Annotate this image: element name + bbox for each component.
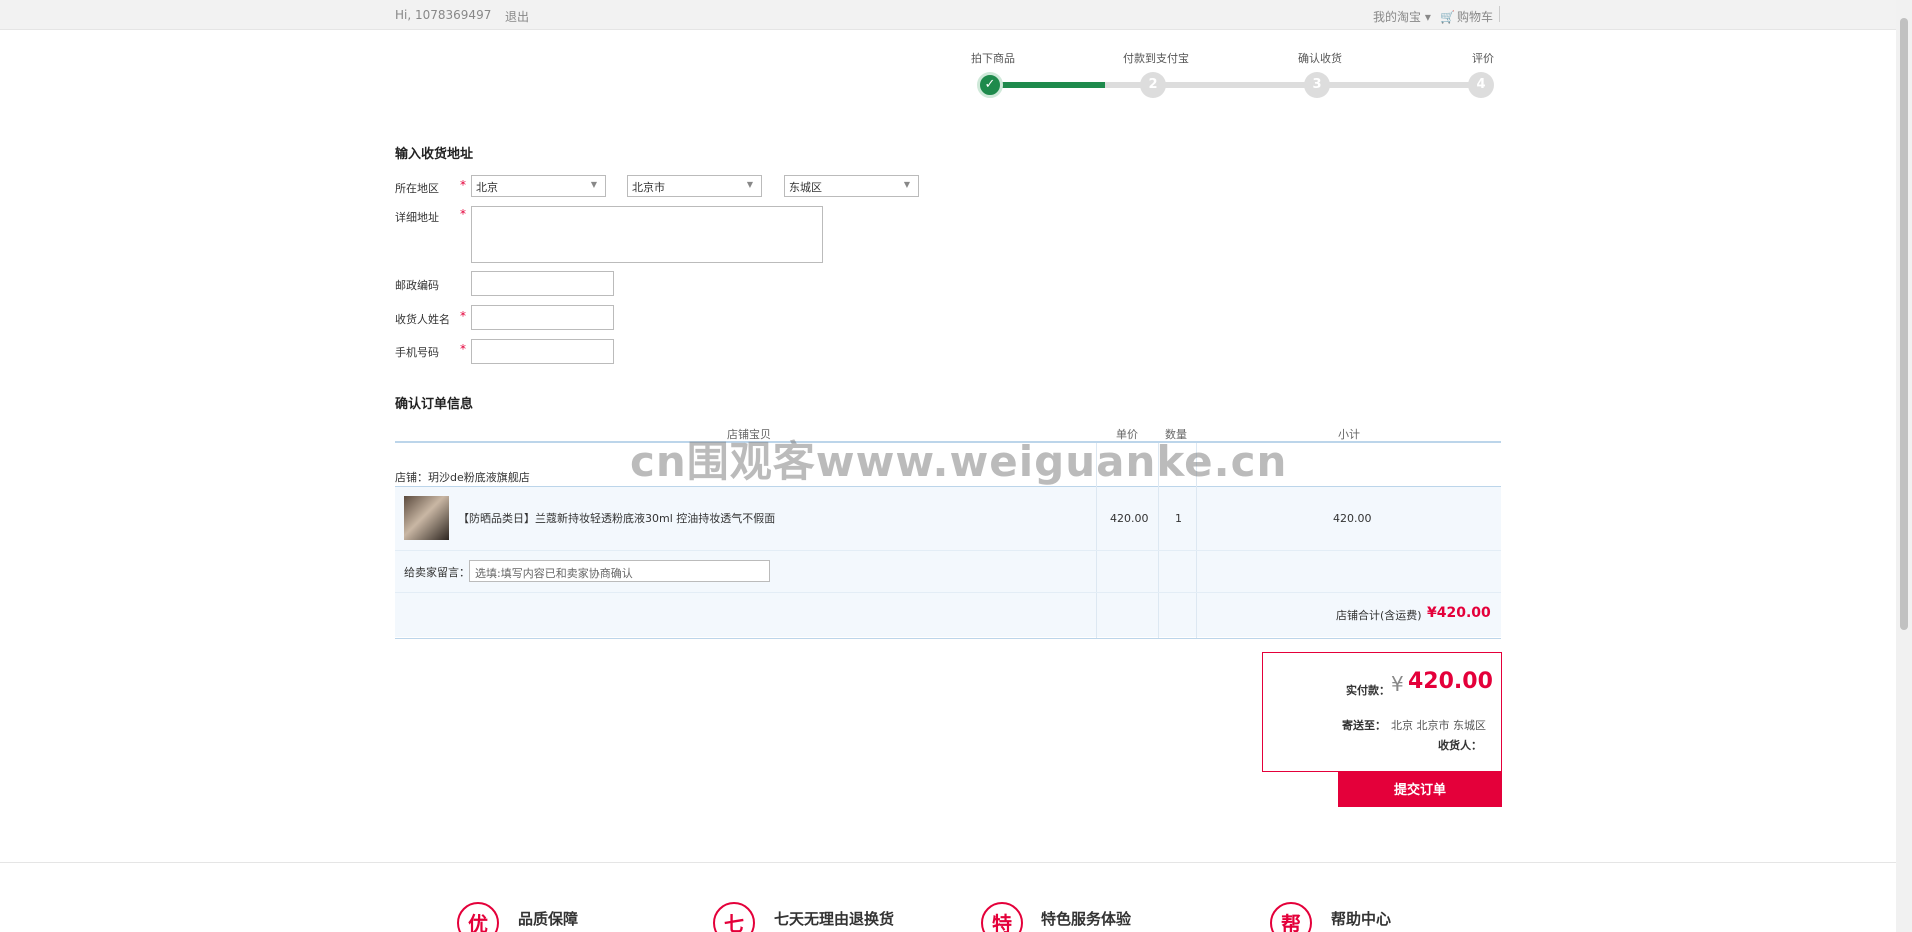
step-2-circle: 2 <box>1140 72 1166 98</box>
city-select[interactable]: 北京市 ▼ <box>627 175 762 197</box>
order-progress-steps: 拍下商品 付款到支付宝 确认收货 评价 ✓ 2 3 4 <box>960 48 1505 108</box>
product-name-link[interactable]: 【防晒品类日】兰蔻新持妆轻透粉底液30ml 控油持妆透气不假面 <box>458 510 775 526</box>
seller-message-label: 给卖家留言： <box>404 566 470 579</box>
vertical-scrollbar[interactable] <box>1896 0 1912 932</box>
receiver-name-input[interactable] <box>471 305 614 330</box>
message-row-divider <box>395 592 1501 593</box>
detail-address-label: 详细地址 <box>395 211 439 224</box>
cart-icon: 🛒 <box>1440 10 1455 24</box>
item-subtotal: 420.00 <box>1333 512 1372 525</box>
top-bar: Hi, 1078369497 退出 我的淘宝 ▾ 🛒 购物车 <box>0 0 1896 30</box>
city-value: 北京市 <box>632 181 665 194</box>
step-4-circle: 4 <box>1468 72 1494 98</box>
seven-day-badge-icon: 七 <box>713 902 755 932</box>
ship-to-label: 寄送至： <box>1342 719 1386 732</box>
cart-link[interactable]: 🛒 购物车 <box>1440 8 1493 25</box>
detail-required-mark: * <box>460 207 466 221</box>
address-section-title: 输入收货地址 <box>395 147 474 162</box>
zip-code-label: 邮政编码 <box>395 279 439 292</box>
phone-input[interactable] <box>471 339 614 364</box>
watermark-text: cn围观客www.weiguanke.cn <box>630 437 1288 486</box>
shop-total-value: ¥420.00 <box>1427 605 1491 621</box>
step-2-label: 付款到支付宝 <box>1123 52 1189 65</box>
help-badge-icon: 帮 <box>1270 902 1312 932</box>
paid-amount-label: 实付款： <box>1346 684 1390 697</box>
province-select[interactable]: 北京 ▼ <box>471 175 606 197</box>
order-section-title: 确认订单信息 <box>395 397 474 412</box>
chevron-down-icon: ▼ <box>746 180 753 189</box>
item-quantity: 1 <box>1175 512 1182 525</box>
shop-total-label: 店铺合计(含运费) <box>1336 609 1422 622</box>
footer-label: 七天无理由退换货 <box>774 910 895 928</box>
currency-symbol: ¥ <box>1391 672 1404 696</box>
region-required-mark: * <box>460 178 466 192</box>
region-label: 所在地区 <box>395 182 439 195</box>
paid-amount-value: 420.00 <box>1408 669 1493 694</box>
footer-divider <box>0 862 1896 863</box>
scrollbar-thumb[interactable] <box>1900 18 1908 630</box>
step-progress-line-done <box>990 82 1105 88</box>
chevron-down-icon: ▼ <box>903 180 910 189</box>
payment-summary-box: 实付款： ¥ 420.00 寄送至： 北京 北京市 东城区 收货人： <box>1262 652 1502 772</box>
topbar-divider <box>1499 6 1500 22</box>
district-select[interactable]: 东城区 ▼ <box>784 175 919 197</box>
step-1-check-icon: ✓ <box>977 72 1003 98</box>
logout-link[interactable]: 退出 <box>505 8 529 25</box>
receiver-label: 收货人： <box>1438 739 1482 752</box>
item-unit-price: 420.00 <box>1110 512 1149 525</box>
district-value: 东城区 <box>789 181 822 194</box>
submit-order-button[interactable]: 提交订单 <box>1338 772 1502 807</box>
greeting-text: Hi, 1078369497 <box>395 8 492 22</box>
cart-label: 购物车 <box>1456 10 1493 24</box>
step-4-label: 评价 <box>1472 52 1494 65</box>
shop-name: 店铺：玥沙de粉底液旗舰店 <box>395 471 530 484</box>
seller-message-input[interactable]: 选填:填写内容已和卖家协商确认 <box>469 560 770 582</box>
phone-label: 手机号码 <box>395 346 439 359</box>
phone-required-mark: * <box>460 342 466 356</box>
chevron-down-icon: ▼ <box>590 180 597 189</box>
quality-badge-icon: 优 <box>457 902 499 932</box>
zip-code-input[interactable] <box>471 271 614 296</box>
step-3-circle: 3 <box>1304 72 1330 98</box>
step-3-label: 确认收货 <box>1298 52 1342 65</box>
name-required-mark: * <box>460 309 466 323</box>
special-badge-icon: 特 <box>981 902 1023 932</box>
ship-to-value: 北京 北京市 东城区 <box>1391 719 1486 732</box>
item-row-divider <box>395 550 1501 551</box>
detail-address-textarea[interactable] <box>471 206 823 263</box>
footer-label: 帮助中心 <box>1331 910 1392 928</box>
col-subtotal-header: 小计 <box>1338 428 1360 441</box>
receiver-name-label: 收货人姓名 <box>395 313 450 326</box>
footer-label: 特色服务体验 <box>1041 910 1132 928</box>
step-1-label: 拍下商品 <box>971 52 1015 65</box>
product-thumbnail[interactable] <box>404 496 449 540</box>
my-taobao-menu[interactable]: 我的淘宝 ▾ <box>1373 8 1431 25</box>
province-value: 北京 <box>476 181 498 194</box>
order-table-bottom-divider <box>395 638 1501 639</box>
footer-label: 品质保障 <box>518 910 579 928</box>
